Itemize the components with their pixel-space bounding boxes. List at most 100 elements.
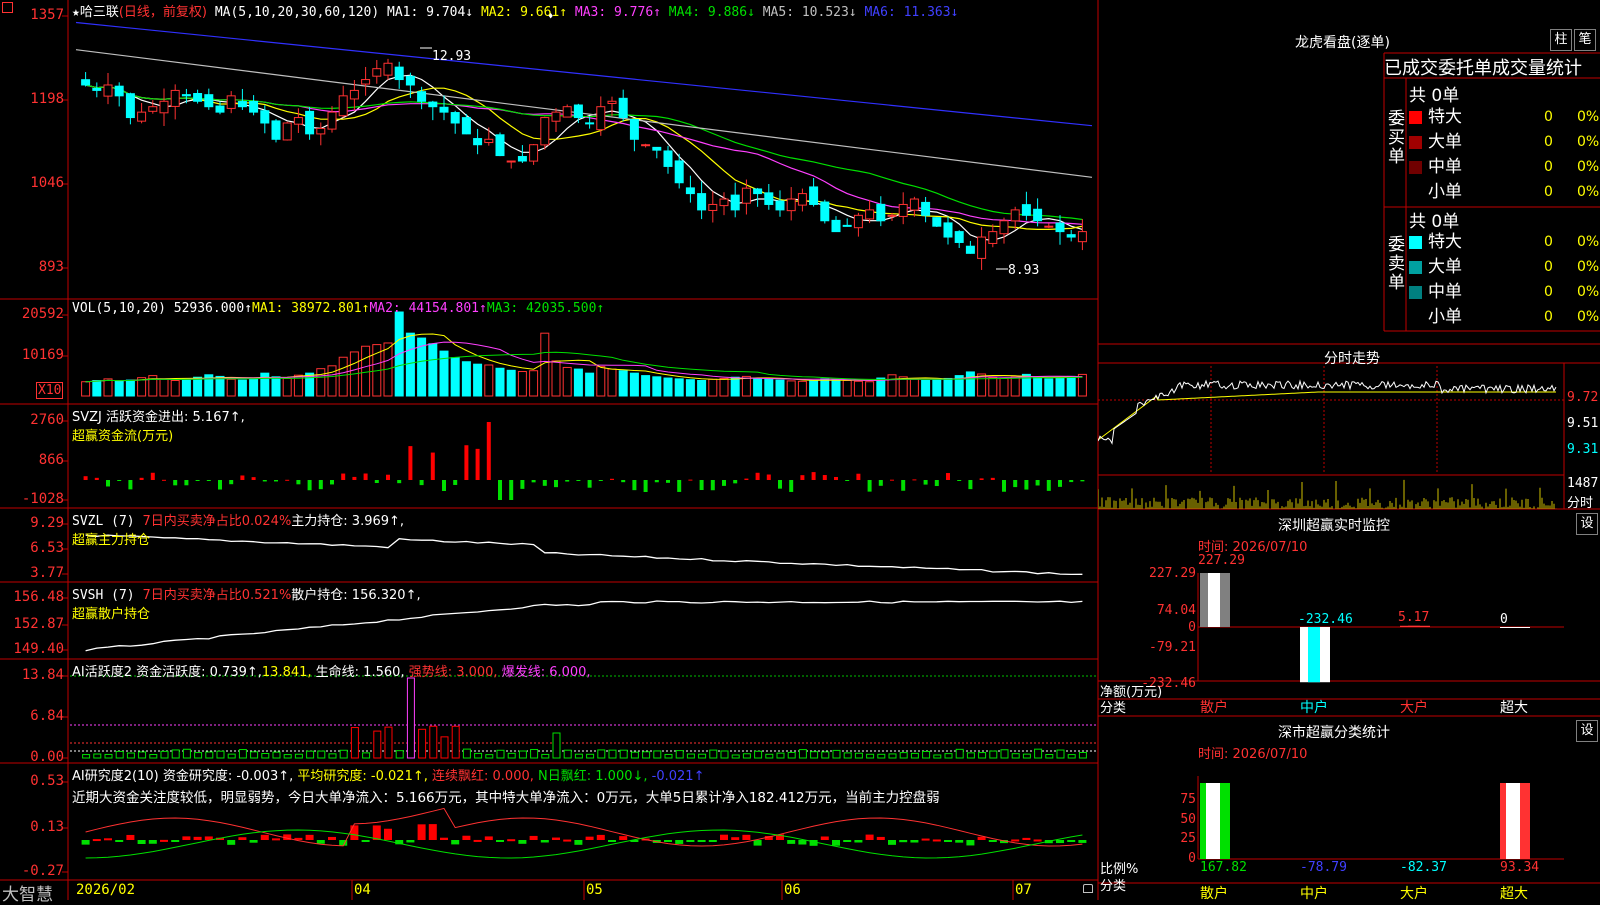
candle-body <box>909 198 919 211</box>
star-icon[interactable]: ★ <box>72 5 80 20</box>
volume-bar <box>585 372 595 397</box>
price-axis-4: 893 <box>38 259 64 275</box>
ai-active-bar <box>731 754 740 759</box>
candle-body <box>461 117 471 135</box>
order-pct: 0% <box>1577 309 1600 325</box>
sell-row: 中单 0 0% <box>1409 280 1599 305</box>
svzj-bar <box>565 480 570 482</box>
stock-name[interactable]: 哈三联 <box>80 5 119 20</box>
ai-active-bar <box>832 749 841 759</box>
ai-research-bar <box>988 840 997 842</box>
column-button[interactable]: 柱 <box>1550 29 1572 51</box>
ai-active-bar <box>1078 751 1087 759</box>
svzj-bar <box>1002 480 1006 492</box>
candle-body <box>876 203 886 222</box>
svzj-bar <box>677 480 682 492</box>
sell-total: 共 0单 <box>1409 212 1460 232</box>
candle-body <box>417 91 427 102</box>
candle-body <box>887 214 897 217</box>
ai-research-value: 资金研究度: -0.003↑, <box>162 769 294 784</box>
candle-body <box>652 146 662 151</box>
buy-row: 小单 0 0% <box>1409 180 1599 205</box>
svzj-header: SVZJ 活跃资金进出: 5.167↑, 超赢资金流(万元) <box>72 406 245 444</box>
ai-research-bar <box>182 836 191 840</box>
ai-active-bar <box>485 754 494 759</box>
ai-active-bar <box>373 730 382 759</box>
ai-axis-1: 13.84 <box>21 667 64 683</box>
ai-active-bar <box>955 748 964 759</box>
volume-bar <box>114 380 124 397</box>
tick-button[interactable]: 笔 <box>1574 29 1596 51</box>
volume-bar <box>327 365 337 397</box>
svzj-bar <box>923 480 928 485</box>
high-label: 12.93 <box>432 49 471 64</box>
svzj-bar <box>901 480 906 491</box>
buy-row: 特大 0 0% <box>1409 105 1599 130</box>
ai-research-bar <box>708 840 717 842</box>
ai-research-bar <box>966 840 975 846</box>
order-count: 0 <box>1544 309 1553 325</box>
svsh-header: SVSH (7) 7日内买卖净占比0.521%散户持仓: 156.320↑, 超… <box>72 584 421 622</box>
svsh-title: SVSH (7) <box>72 588 135 603</box>
candle-body <box>517 156 527 162</box>
monitor-bar-4 <box>1500 627 1530 628</box>
class-cat-2: 中户 <box>1300 886 1328 902</box>
ai-active-bar <box>1022 753 1031 759</box>
monitor-settings-button[interactable]: 设 <box>1576 513 1598 535</box>
volume-bar <box>103 378 113 397</box>
res-axis-2: 0.13 <box>30 819 64 835</box>
ai-research-bar <box>115 840 124 842</box>
ai-research-header: AI研究度2(10) 资金研究度: -0.003↑, 平均研究度: -0.021… <box>72 765 940 806</box>
class-settings-button[interactable]: 设 <box>1576 720 1598 742</box>
volume-bar <box>909 378 919 397</box>
order-pct: 0% <box>1577 259 1600 275</box>
buy-row: 中单 0 0% <box>1409 155 1599 180</box>
volume-bar <box>965 371 975 397</box>
axis-ticks <box>62 15 68 873</box>
ai-active-bar <box>182 748 191 759</box>
svzl-value: 主力持仓: 3.969↑, <box>291 514 405 529</box>
class-bar-1 <box>1200 783 1230 859</box>
volume-bar <box>170 379 180 397</box>
ai-research-bar <box>305 834 314 840</box>
order-count: 0 <box>1544 159 1553 175</box>
candle-body <box>237 101 247 108</box>
svzj-axis-1: 2760 <box>30 412 64 428</box>
svzj-bar <box>307 480 312 491</box>
svzj-bar <box>531 480 536 483</box>
ai-active-bar <box>608 749 617 759</box>
res-axis-3: -0.27 <box>21 863 64 879</box>
ai-research-bar <box>686 840 695 842</box>
svzj-bar <box>834 476 838 480</box>
volume-bar <box>652 376 662 397</box>
ai-research-bar <box>518 840 527 844</box>
candle-body <box>103 84 113 97</box>
ai-research-bar <box>417 824 426 840</box>
candle-body <box>473 138 483 146</box>
cursor-marker-icon: ♦ <box>548 12 554 22</box>
svzj-bar <box>1080 480 1085 482</box>
svzj-bar <box>374 480 379 484</box>
candle-body <box>1033 208 1043 222</box>
volume-bar <box>484 364 494 397</box>
lock-icon[interactable] <box>1083 884 1093 893</box>
intraday-chart <box>1098 366 1564 509</box>
volume-bar <box>629 372 639 397</box>
monitor-bar-highlight <box>1408 625 1420 627</box>
svzj-bar <box>800 475 805 480</box>
volume-bar <box>596 366 606 397</box>
corner-box-icon[interactable] <box>2 2 13 13</box>
vol-value: 52936.000↑ <box>173 301 253 316</box>
ai-research-bar <box>137 840 146 844</box>
high-annotation: 12.93 <box>420 47 471 64</box>
order-type-label: 小单 <box>1428 307 1462 327</box>
volume-bar <box>529 370 539 397</box>
ai-active-bar <box>406 677 415 759</box>
right-panel: 龙虎看盘(逐单) 柱 笔 已成交委托单成交量统计 委买单 委卖单 共 0单 共 … <box>1098 0 1600 902</box>
volume-bar <box>361 345 371 397</box>
sell-rows: 特大 0 0% 大单 0 0% 中单 0 0% 小单 0 0% <box>1409 230 1599 330</box>
volume-bar <box>685 379 695 397</box>
color-swatch <box>1409 160 1422 174</box>
ai-research-bar <box>585 836 594 840</box>
candle-body <box>697 193 707 211</box>
